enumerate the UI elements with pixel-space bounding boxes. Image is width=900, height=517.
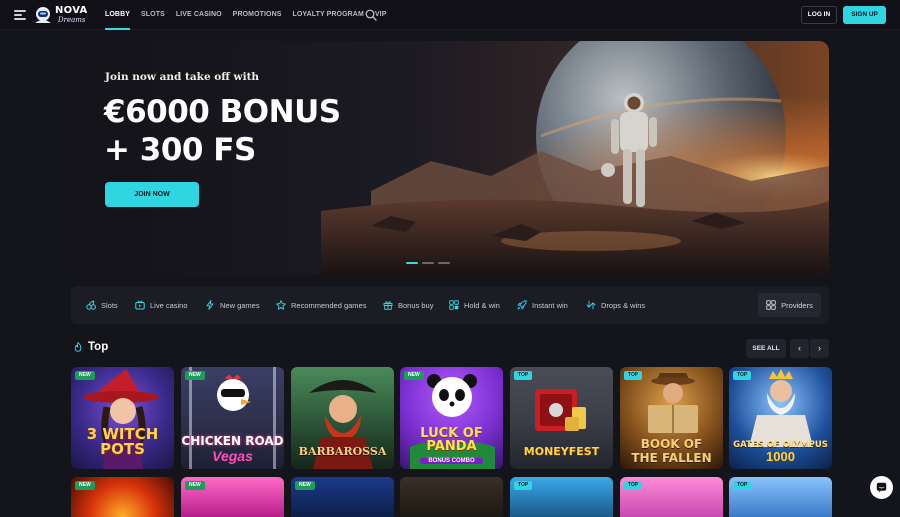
game-tile[interactable]: NEW bbox=[71, 477, 174, 517]
category-slots[interactable]: Slots bbox=[86, 286, 118, 324]
see-all-button[interactable]: SEE ALL bbox=[746, 339, 786, 358]
top-badge: TOP bbox=[624, 371, 643, 380]
lightning-icon bbox=[206, 300, 214, 310]
new-badge: NEW bbox=[295, 481, 315, 490]
top-badge: TOP bbox=[733, 481, 752, 490]
game-tile-barbarossa[interactable]: BARBAROSSA bbox=[291, 367, 394, 469]
game-tile-gates-of-olympus[interactable]: TOP GATES OF OLYMPUS 1000 bbox=[729, 367, 832, 469]
live-tv-icon bbox=[135, 300, 145, 310]
carousel-dot[interactable] bbox=[406, 262, 418, 264]
category-bonus-buy[interactable]: Bonus buy bbox=[383, 286, 433, 324]
fire-icon bbox=[74, 342, 82, 352]
chat-button[interactable] bbox=[870, 476, 893, 499]
hero-title-line1: €6000 BONUS bbox=[104, 94, 341, 130]
game-title: 3 WITCH POTS bbox=[86, 425, 159, 458]
game-title: GATES OF OLYMPUS bbox=[733, 439, 828, 450]
nav-slots[interactable]: SLOTS bbox=[141, 0, 165, 30]
providers-button[interactable]: Providers bbox=[758, 293, 821, 317]
game-tile-luck-of-panda[interactable]: NEW LUCK OF PANDA BONUS COMBO bbox=[400, 367, 503, 469]
game-tile-3-witch-pots[interactable]: NEW 3 WITCH POTS bbox=[71, 367, 174, 469]
next-arrow-icon[interactable]: › bbox=[810, 339, 829, 358]
game-title: BARBAROSSA bbox=[298, 445, 387, 458]
top-header: NOVA Dreams LOBBY SLOTS LIVE CASINO PROM… bbox=[0, 0, 900, 30]
game-tile[interactable]: TOP bbox=[620, 477, 723, 517]
game-subtitle: 1000 bbox=[766, 449, 795, 464]
main-nav: LOBBY SLOTS LIVE CASINO PROMOTIONS LOYAL… bbox=[105, 0, 398, 30]
game-tile-moneyfest[interactable]: TOP MONEYFEST bbox=[510, 367, 613, 469]
category-drops-and-wins[interactable]: Drops & wins bbox=[586, 286, 645, 324]
star-icon bbox=[276, 300, 286, 310]
logo-text: NOVA bbox=[55, 5, 88, 16]
gift-icon bbox=[383, 301, 393, 310]
game-tile-book-of-the-fallen[interactable]: TOP BOOK OF THE FALLEN bbox=[620, 367, 723, 469]
nav-promotions[interactable]: PROMOTIONS bbox=[233, 0, 282, 30]
hero-title-line2: + 300 FS bbox=[104, 132, 256, 168]
new-badge: NEW bbox=[75, 481, 95, 490]
game-tile[interactable]: TOP bbox=[510, 477, 613, 517]
logo-subtext: Dreams bbox=[58, 16, 86, 24]
section-title-top: Top bbox=[73, 341, 108, 353]
category-hold-and-win[interactable]: Hold & win bbox=[449, 286, 500, 324]
join-now-button[interactable]: JOIN NOW bbox=[105, 182, 199, 207]
carousel-dot[interactable] bbox=[438, 262, 450, 264]
cherries-icon bbox=[86, 300, 96, 310]
login-button[interactable]: LOG IN bbox=[801, 6, 837, 24]
game-tile[interactable]: NEW bbox=[181, 477, 284, 517]
game-title: BOOK OF THE FALLEN bbox=[631, 437, 712, 465]
game-subtitle: Vegas bbox=[212, 448, 253, 464]
search-icon[interactable] bbox=[365, 9, 377, 21]
game-tile-chicken-road[interactable]: NEW CHICKEN ROAD Vegas bbox=[181, 367, 284, 469]
top-badge: TOP bbox=[514, 481, 533, 490]
new-badge: NEW bbox=[404, 371, 424, 380]
top-badge: TOP bbox=[514, 371, 533, 380]
hand-icon bbox=[449, 300, 459, 310]
hero-subtitle: Join now and take off with bbox=[105, 71, 260, 83]
hero-banner[interactable]: Join now and take off with €6000 BONUS +… bbox=[71, 41, 829, 275]
nav-live-casino[interactable]: LIVE CASINO bbox=[176, 0, 222, 30]
game-subtitle: BONUS COMBO bbox=[420, 458, 483, 464]
game-tile[interactable] bbox=[400, 477, 503, 517]
signup-button[interactable]: SIGN UP bbox=[843, 6, 886, 24]
game-title: LUCK OF PANDA bbox=[420, 426, 483, 454]
top-badge: TOP bbox=[624, 481, 643, 490]
chat-icon bbox=[876, 482, 887, 493]
category-bar: Slots Live casino New games Recommended … bbox=[71, 286, 829, 324]
new-badge: NEW bbox=[185, 481, 205, 490]
top-badge: TOP bbox=[733, 371, 752, 380]
hero-title: €6000 BONUS + 300 FS bbox=[104, 93, 341, 169]
grid-icon bbox=[766, 300, 776, 310]
astronaut-logo-icon bbox=[35, 7, 51, 23]
nav-lobby[interactable]: LOBBY bbox=[105, 0, 130, 30]
carousel-dot[interactable] bbox=[422, 262, 434, 264]
game-title: CHICKEN ROAD bbox=[181, 434, 284, 448]
drops-icon bbox=[586, 300, 596, 310]
category-recommended-games[interactable]: Recommended games bbox=[276, 286, 366, 324]
game-tile[interactable]: TOP bbox=[729, 477, 832, 517]
nav-loyalty-program[interactable]: LOYALTY PROGRAM bbox=[293, 0, 364, 30]
carousel-dots bbox=[406, 262, 450, 264]
category-instant-win[interactable]: Instant win bbox=[517, 286, 568, 324]
prev-arrow-icon[interactable]: ‹ bbox=[790, 339, 809, 358]
logo[interactable]: NOVA Dreams bbox=[33, 4, 91, 26]
category-new-games[interactable]: New games bbox=[205, 286, 260, 324]
game-tile[interactable]: NEW bbox=[291, 477, 394, 517]
game-title: MONEYFEST bbox=[523, 445, 600, 458]
rocket-icon bbox=[517, 300, 527, 310]
menu-icon[interactable] bbox=[14, 10, 26, 20]
category-live-casino[interactable]: Live casino bbox=[135, 286, 188, 324]
new-badge: NEW bbox=[185, 371, 205, 380]
new-badge: NEW bbox=[75, 371, 95, 380]
